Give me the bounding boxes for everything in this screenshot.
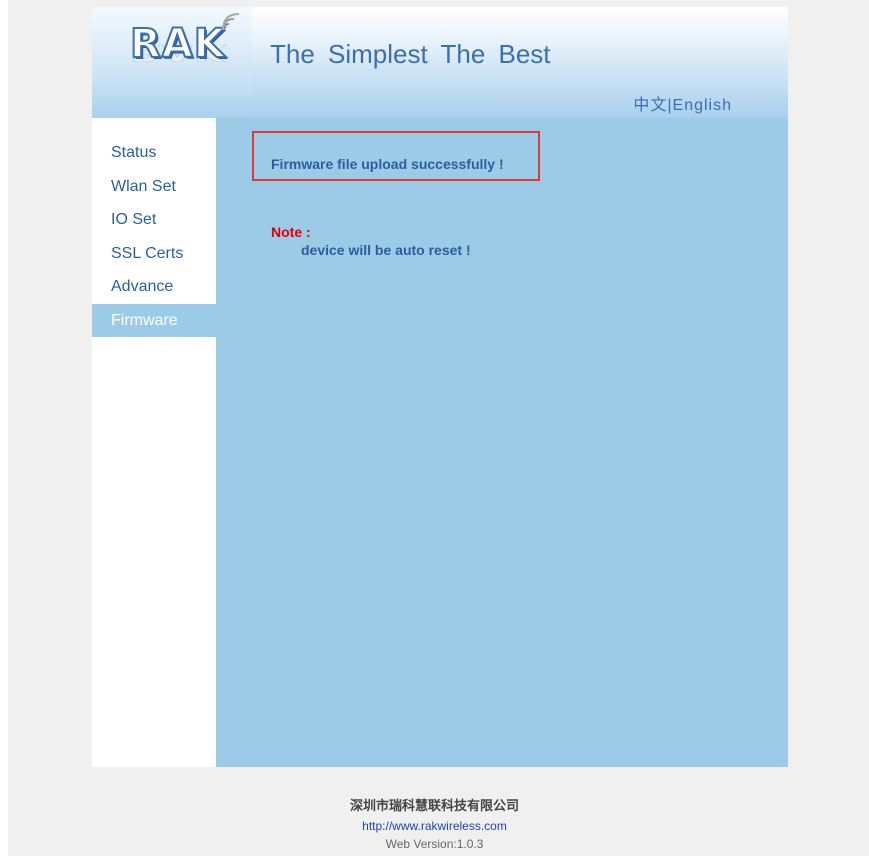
main-content: Firmware file upload successfully ! Note… [216,118,788,767]
language-switcher: 中文|English [633,91,732,115]
logo-text: RAK [129,20,226,68]
sidebar-item-advance[interactable]: Advance [92,270,216,304]
sidebar-item-io-set[interactable]: IO Set [92,203,216,237]
company-name: 深圳市瑞科慧联科技有限公司 [349,799,519,814]
tagline: The Simplest The Best [270,39,551,69]
website-link[interactable]: http://www.rakwireless.com [0,819,869,833]
sidebar: Status Wlan Set IO Set SSL Certs Advance… [92,118,216,767]
sidebar-item-status[interactable]: Status [92,136,216,170]
logo: RAK RAK [92,7,252,118]
header: RAK RAK The Simplest The Best 中文|English [92,7,788,118]
note-label: Note : [271,224,311,240]
upload-success-message: Firmware file upload successfully ! [271,156,504,172]
footer: 深圳市瑞科慧联科技有限公司 http://www.rakwireless.com… [0,795,869,851]
wifi-signal-icon [222,13,240,31]
sidebar-item-firmware[interactable]: Firmware [92,303,216,337]
sidebar-item-wlan-set[interactable]: Wlan Set [92,170,216,204]
app-frame: RAK RAK The Simplest The Best 中文|English… [92,7,788,767]
web-version: Web Version:1.0.3 [385,837,484,851]
lang-english-link[interactable]: English [673,97,732,114]
lang-chinese-link[interactable]: 中文 [633,97,667,114]
sidebar-item-ssl-certs[interactable]: SSL Certs [92,237,216,271]
note-text: device will be auto reset ! [301,242,471,258]
